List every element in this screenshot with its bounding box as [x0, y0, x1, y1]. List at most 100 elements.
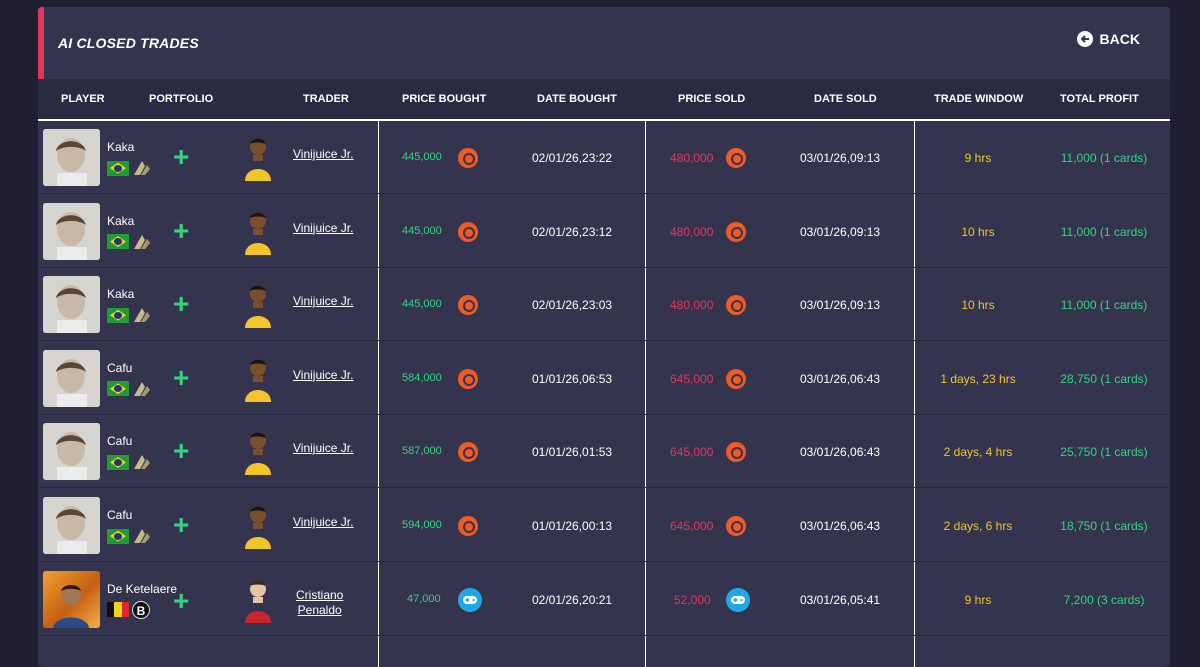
- total-profit: 11,000 (1 cards): [1060, 151, 1148, 165]
- trader-link[interactable]: Vinijuice Jr.: [293, 294, 353, 308]
- trader-avatar-icon: [241, 356, 275, 404]
- player-card-image[interactable]: [43, 202, 100, 260]
- player-badges: [107, 453, 152, 471]
- date-sold: 03/01/26,06:43: [800, 519, 881, 533]
- trader-link[interactable]: Vinijuice Jr.: [293, 147, 353, 161]
- player-badges: [107, 233, 152, 251]
- belgium-flag-icon: [107, 602, 129, 618]
- price-sold: 480,000: [670, 298, 714, 313]
- player-card-image[interactable]: [43, 423, 100, 481]
- price-bought: 594,000: [402, 519, 442, 531]
- trade-window: 1 days, 23 hrs: [940, 371, 1016, 386]
- brazil-flag-icon: [107, 528, 129, 544]
- price-sold: 645,000: [670, 371, 714, 386]
- col-price-bought: PRICE BOUGHT: [402, 93, 487, 105]
- total-profit: 25,750 (1 cards): [1060, 445, 1148, 460]
- table-row: De Ketelaere B + Cristiano Penaldo 47,000…: [38, 563, 1170, 636]
- icon-badge-icon: [132, 527, 152, 545]
- trader-link[interactable]: Vinijuice Jr.: [293, 368, 353, 382]
- col-date-bought: DATE BOUGHT: [537, 93, 617, 105]
- total-profit: 28,750 (1 cards): [1060, 371, 1148, 386]
- player-badges: [107, 527, 152, 545]
- player-name: Kaka: [107, 213, 135, 228]
- total-profit: 18,750 (1 cards): [1060, 519, 1148, 533]
- add-to-portfolio-button[interactable]: +: [173, 363, 189, 392]
- date-bought: 01/01/26,01:53: [532, 445, 613, 460]
- add-to-portfolio-button[interactable]: +: [173, 586, 189, 615]
- bought-origin-icon: [458, 368, 478, 389]
- price-bought: 587,000: [402, 445, 442, 458]
- sold-gamepad-icon: [726, 587, 750, 612]
- icon-badge-icon: [132, 380, 152, 398]
- player-name: De Ketelaere: [107, 581, 178, 596]
- add-to-portfolio-button[interactable]: +: [173, 437, 189, 465]
- price-bought: 584,000: [402, 371, 442, 384]
- player-card-image[interactable]: [43, 497, 100, 554]
- col-portfolio: PORTFOLIO: [149, 93, 214, 105]
- table-row: Kaka + Vinijuice Jr. 445,000 02/01/26,23…: [38, 121, 1170, 194]
- table-row: Cafu + Vinijuice Jr. 587,000 01/01/26,01…: [38, 415, 1170, 489]
- player-card-image[interactable]: [43, 570, 100, 628]
- trader-name-line2: Penaldo: [297, 602, 342, 617]
- table-row: Kaka + Vinijuice Jr. 445,000 02/01/26,23…: [38, 268, 1170, 342]
- add-to-portfolio-button[interactable]: +: [173, 216, 189, 245]
- date-sold: 03/01/26,05:41: [800, 592, 881, 607]
- sold-origin-icon: [726, 295, 746, 316]
- player-card-image[interactable]: [43, 129, 100, 186]
- player-name: Cafu: [107, 508, 133, 522]
- col-trade-window: TRADE WINDOW: [934, 93, 1024, 105]
- price-bought: 445,000: [402, 151, 442, 163]
- bought-gamepad-icon: [458, 587, 482, 612]
- player-badges: [107, 159, 152, 177]
- table-row: Cafu + Vinijuice Jr. 584,000 01/01/26,06…: [38, 342, 1170, 415]
- panel-header: AI CLOSED TRADES BACK: [38, 7, 1170, 79]
- trader-avatar-icon: [241, 429, 275, 477]
- player-name: Cafu: [107, 360, 133, 375]
- player-badges: [107, 380, 152, 398]
- date-sold: 03/01/26,06:43: [800, 445, 881, 460]
- date-bought: 02/01/26,23:03: [532, 298, 613, 313]
- add-to-portfolio-button[interactable]: +: [173, 290, 189, 318]
- brazil-flag-icon: [107, 454, 129, 470]
- trade-window: 2 days, 4 hrs: [943, 445, 1013, 460]
- player-card-image[interactable]: [43, 349, 100, 407]
- date-sold: 03/01/26,09:13: [800, 298, 881, 313]
- trader-avatar-icon: [241, 135, 275, 183]
- date-bought: 02/01/26,23:22: [532, 151, 613, 165]
- trader-link[interactable]: Cristiano Penaldo: [296, 588, 343, 618]
- table-row: Kaka + Vinijuice Jr. 445,000 02/01/26,23…: [38, 195, 1170, 268]
- price-sold: 480,000: [670, 151, 714, 165]
- table-row: Cafu + Vinijuice Jr. 594,000 01/01/26,00…: [38, 489, 1170, 562]
- price-bought: 47,000: [407, 592, 441, 605]
- total-profit: 11,000 (1 cards): [1060, 224, 1148, 239]
- trader-avatar-icon: [241, 503, 275, 551]
- player-name: Kaka: [107, 140, 135, 154]
- icon-badge-icon: [132, 159, 152, 177]
- trader-link[interactable]: Vinijuice Jr.: [293, 515, 353, 529]
- icon-badge-icon: [132, 233, 152, 251]
- brazil-flag-icon: [107, 160, 129, 176]
- bought-origin-icon: [458, 295, 478, 316]
- date-sold: 03/01/26,09:13: [800, 151, 881, 165]
- col-trader: TRADER: [303, 93, 349, 105]
- add-to-portfolio-button[interactable]: +: [173, 143, 189, 171]
- trader-avatar-icon: [241, 577, 275, 625]
- player-name: Cafu: [107, 434, 133, 449]
- trader-link[interactable]: Vinijuice Jr.: [293, 441, 353, 455]
- player-badges: B: [107, 600, 150, 619]
- trader-link[interactable]: Vinijuice Jr.: [293, 221, 353, 235]
- back-button[interactable]: BACK: [1076, 31, 1140, 47]
- total-profit: 7,200 (3 cards): [1063, 592, 1145, 607]
- add-to-portfolio-button[interactable]: +: [173, 511, 189, 539]
- player-card-image[interactable]: [43, 276, 100, 334]
- total-profit: 11,000 (1 cards): [1060, 298, 1148, 313]
- date-bought: 02/01/26,23:12: [532, 224, 613, 239]
- price-bought: 445,000: [402, 224, 442, 237]
- brazil-flag-icon: [107, 234, 129, 250]
- trade-window: 9 hrs: [964, 592, 992, 607]
- closed-trades-panel: AI CLOSED TRADES BACK PLAYER PORTFOLIO T…: [38, 7, 1170, 667]
- back-label: BACK: [1099, 31, 1140, 47]
- bought-origin-icon: [458, 221, 478, 242]
- date-bought: 01/01/26,06:53: [532, 371, 613, 386]
- trade-window: 2 days, 6 hrs: [943, 519, 1013, 533]
